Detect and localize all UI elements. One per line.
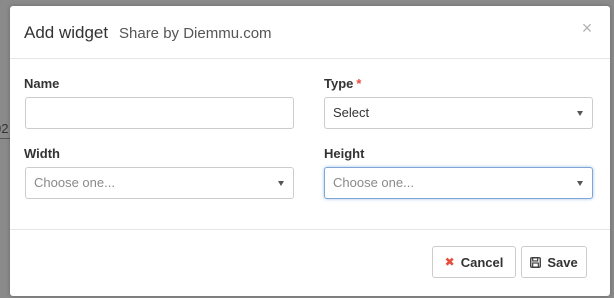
name-input[interactable] (25, 97, 294, 129)
type-label: Type * (324, 76, 361, 91)
close-icon: ✖ (444, 255, 455, 269)
name-label: Name (24, 76, 60, 91)
modal-header: Add widget Share by Diemmu.com × (10, 6, 610, 59)
save-icon (530, 256, 542, 268)
height-label: Height (324, 146, 365, 161)
chevron-down-icon (577, 181, 583, 186)
chevron-down-icon (278, 181, 284, 186)
height-select-value: Choose one... (333, 175, 414, 190)
modal-subtitle: Share by Diemmu.com (119, 25, 272, 42)
save-button-label: Save (547, 254, 578, 270)
close-icon[interactable]: × (579, 19, 595, 37)
type-select[interactable]: Select (324, 97, 593, 129)
required-mark: * (356, 76, 362, 91)
cancel-button[interactable]: ✖ Cancel (432, 246, 516, 278)
width-select-value: Choose one... (34, 175, 115, 190)
height-select[interactable]: Choose one... (324, 167, 593, 199)
modal-title: Add widget (24, 23, 109, 42)
width-label: Width (24, 146, 60, 161)
chevron-down-icon (577, 111, 583, 116)
type-label-text: Type (324, 76, 354, 91)
type-select-value: Select (333, 105, 370, 120)
save-button[interactable]: Save (521, 246, 587, 278)
cancel-button-label: Cancel (460, 254, 504, 270)
background-partial-text: 02 (0, 121, 9, 136)
background-divider (0, 138, 10, 139)
modal-footer: ✖ Cancel Save (10, 229, 610, 296)
add-widget-modal: Add widget Share by Diemmu.com × Name Ty… (10, 6, 610, 296)
width-select[interactable]: Choose one... (25, 167, 294, 199)
